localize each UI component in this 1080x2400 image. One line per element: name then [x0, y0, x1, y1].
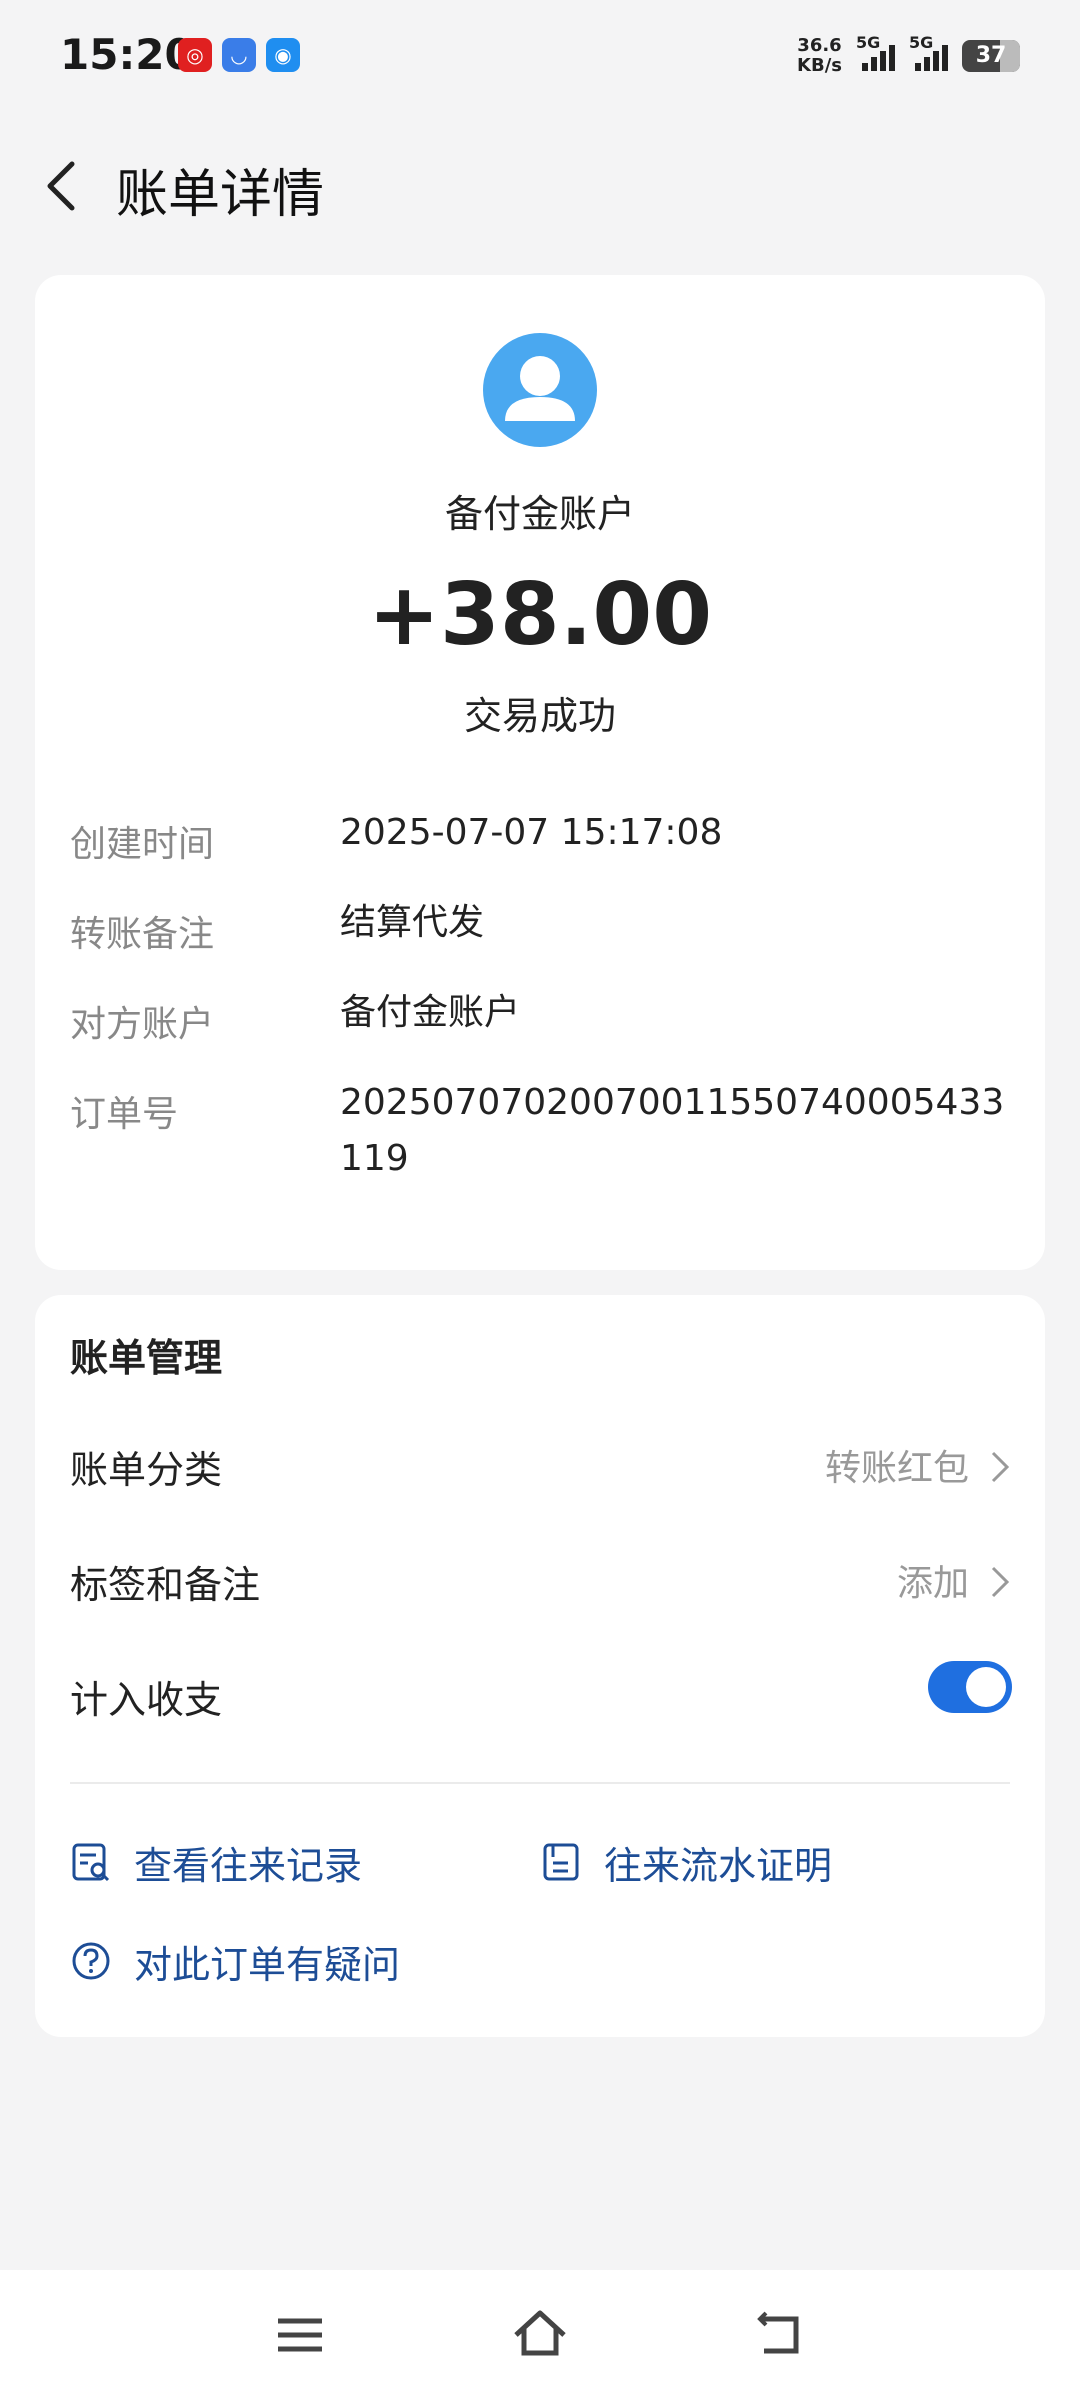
statement-proof-link[interactable]: 往来流水证明 [540, 1832, 832, 1892]
signal-icon: 5G [909, 33, 948, 71]
status-time: 15:20 [60, 30, 194, 79]
chevron-right-icon [991, 1451, 1010, 1483]
battery-icon: 37 [962, 40, 1020, 72]
back-arrow-icon[interactable] [36, 156, 96, 216]
header: 账单详情 [0, 130, 1080, 240]
tags-notes-label: 标签和备注 [70, 1563, 261, 1607]
person-icon [505, 356, 575, 421]
view-history-label: 查看往来记录 [134, 1843, 363, 1888]
amount: +38.00 [367, 565, 713, 665]
order-question-label: 对此订单有疑问 [134, 1942, 401, 1987]
home-icon[interactable] [510, 2305, 570, 2365]
order-number-label: 订单号 [70, 1094, 179, 1135]
bill-summary-card: 备付金账户 +38.00 交易成功 创建时间 2025-07-07 15:17:… [35, 275, 1045, 1270]
created-time-value: 2025-07-07 15:17:08 [340, 812, 723, 853]
divider [70, 1782, 1010, 1784]
question-icon [72, 1942, 110, 1980]
record-search-icon [72, 1843, 110, 1882]
netease-music-icon: ◎ [178, 38, 212, 72]
order-question-link[interactable]: 对此订单有疑问 [70, 1931, 400, 1991]
remark-value: 结算代发 [340, 902, 485, 943]
hotspot-icon: ◉ [266, 38, 300, 72]
chevron-right-icon [991, 1566, 1010, 1598]
order-number-value: 20250707020070011550740005433119 [340, 1082, 1005, 1179]
section-title: 账单管理 [70, 1336, 223, 1380]
account-name: 备付金账户 [444, 492, 635, 536]
page-title: 账单详情 [116, 165, 325, 225]
include-in-stats-row: 计入收支 [35, 1655, 1045, 1735]
transaction-status: 交易成功 [463, 694, 616, 738]
menu-icon[interactable] [270, 2305, 330, 2365]
tags-notes-value: 添加 [896, 1563, 969, 1604]
bill-category-value: 转账红包 [824, 1448, 969, 1489]
bill-category-row[interactable]: 账单分类 转账红包 [35, 1425, 1045, 1505]
back-icon[interactable] [750, 2305, 810, 2365]
signal-icon: 5G [856, 33, 895, 71]
avatar [483, 333, 597, 447]
include-in-stats-label: 计入收支 [70, 1678, 223, 1722]
statement-proof-label: 往来流水证明 [604, 1843, 833, 1888]
system-nav-bar [0, 2270, 1080, 2400]
qq-icon: ◡ [222, 38, 256, 72]
created-time-label: 创建时间 [70, 824, 215, 865]
counterparty-value: 备付金账户 [340, 992, 521, 1033]
counterparty-label: 对方账户 [70, 1004, 215, 1045]
remark-label: 转账备注 [70, 914, 215, 955]
view-history-link[interactable]: 查看往来记录 [70, 1832, 362, 1892]
document-icon [543, 1843, 579, 1881]
network-speed: 36.6 KB/s [797, 35, 842, 76]
status-bar: 15:20 ◎ ◡ ◉ 36.6 KB/s 5G 5G 37 [0, 0, 1080, 110]
bill-category-label: 账单分类 [70, 1448, 223, 1492]
bill-management-card: 账单管理 账单分类 转账红包 标签和备注 添加 计入收支 查看往来记录 往来流水… [35, 1295, 1045, 2037]
tags-notes-row[interactable]: 标签和备注 添加 [35, 1540, 1045, 1620]
include-in-stats-toggle[interactable] [928, 1661, 1012, 1713]
